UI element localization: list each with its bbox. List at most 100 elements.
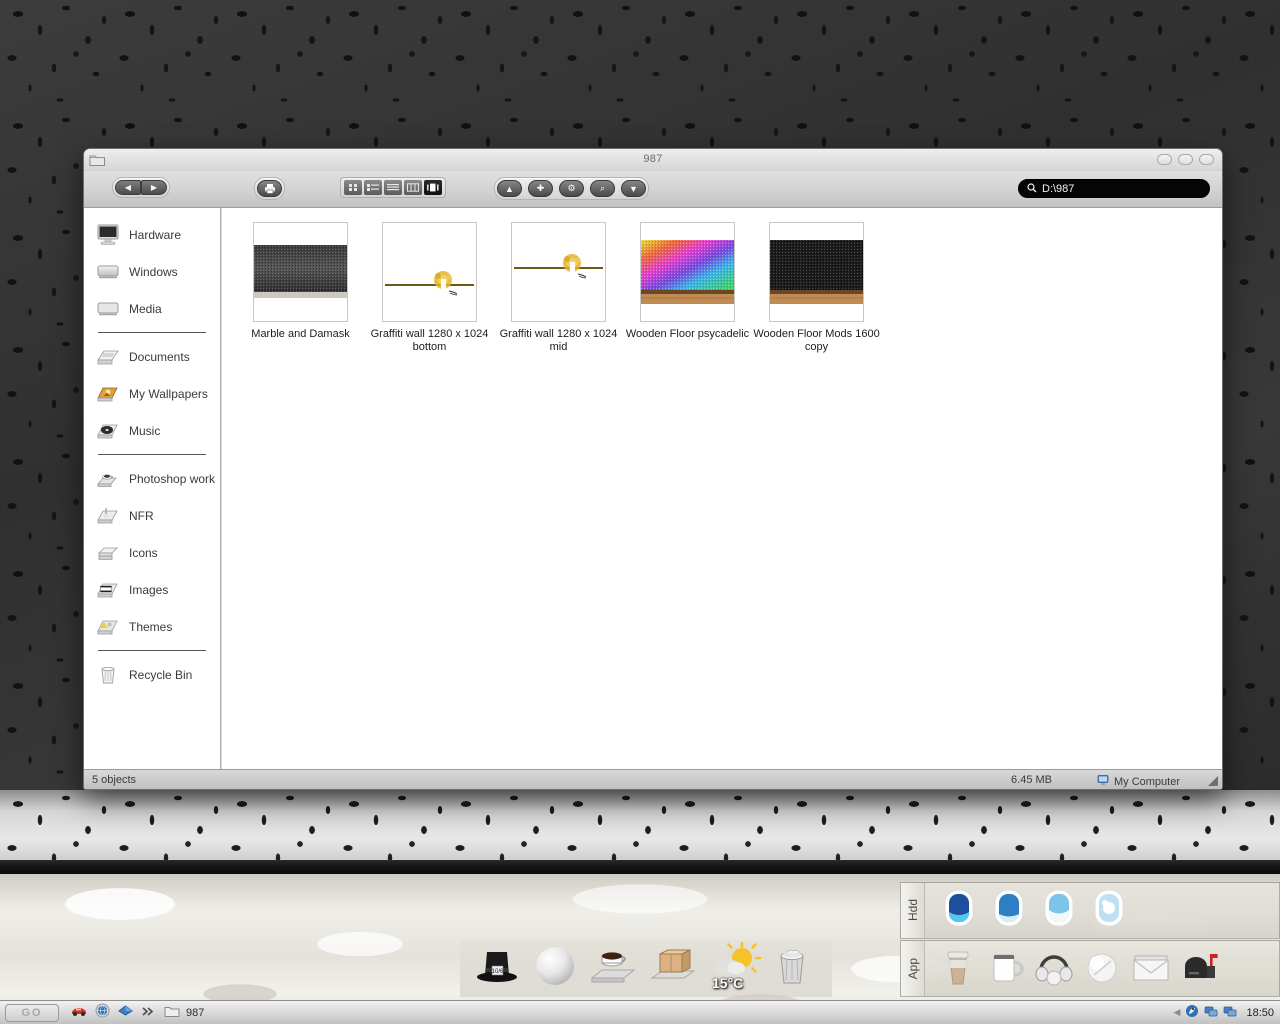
file-name-label: Marble and Damask bbox=[251, 328, 350, 340]
sidebar-item-icons[interactable]: Icons bbox=[84, 534, 220, 571]
sidebar-divider bbox=[98, 454, 206, 455]
resize-grip[interactable] bbox=[1208, 776, 1218, 786]
view-mode-list-view[interactable] bbox=[384, 180, 402, 195]
file-explorer-window[interactable]: 987 ◀ ▶ ▲ ✚ ⚙ ⌕ ▼ D:\987 Hardware Window… bbox=[83, 148, 1223, 790]
sidebar-item-my-wallpapers[interactable]: My Wallpapers bbox=[84, 375, 220, 412]
headphones-app-icon[interactable] bbox=[1033, 944, 1075, 993]
file-name-label: Graffiti wall 1280 x 1024 bottom bbox=[370, 328, 489, 353]
top-hat-icon[interactable]: 10/6 bbox=[474, 942, 524, 993]
box-icon[interactable] bbox=[646, 942, 700, 993]
mug-app-icon[interactable] bbox=[985, 944, 1027, 993]
mail-bird-icon[interactable] bbox=[1185, 1004, 1199, 1021]
sidebar-item-label: Recycle Bin bbox=[129, 667, 193, 682]
sidebar-item-documents[interactable]: Documents bbox=[84, 338, 220, 375]
file-item[interactable]: Graffiti wall 1280 x 1024 mid bbox=[494, 222, 623, 354]
back-button[interactable]: ◀ bbox=[115, 180, 141, 195]
file-item[interactable]: Wooden Floor psycadelic bbox=[623, 222, 752, 354]
system-tray[interactable]: ◀ 18:50 bbox=[1174, 1004, 1274, 1021]
taskbar-task-label: 987 bbox=[186, 1006, 205, 1019]
taskbar-task-987[interactable]: 987 bbox=[164, 1005, 204, 1021]
forward-button[interactable]: ▶ bbox=[141, 180, 167, 195]
search-icon bbox=[1027, 180, 1037, 198]
sidebar-item-images[interactable]: Images bbox=[84, 571, 220, 608]
mailbox-icon[interactable] bbox=[1179, 944, 1223, 993]
window-controls[interactable] bbox=[1157, 154, 1214, 165]
sphere-icon[interactable] bbox=[530, 942, 580, 993]
coffee-cup-app-icon[interactable] bbox=[937, 944, 979, 993]
file-list-area[interactable]: Marble and Damask Graffiti wall 1280 x 1… bbox=[221, 208, 1222, 769]
view-mode-icon-view[interactable] bbox=[344, 180, 362, 195]
toolbar-buttons-group[interactable]: ▲ ✚ ⚙ ⌕ ▼ bbox=[494, 177, 649, 200]
window-titlebar[interactable]: 987 bbox=[84, 149, 1222, 171]
chevron-double-right-icon[interactable] bbox=[141, 1004, 154, 1022]
add-button[interactable]: ✚ bbox=[528, 180, 553, 197]
search-button[interactable]: ⌕ bbox=[590, 180, 615, 197]
maximize-button[interactable] bbox=[1178, 154, 1193, 165]
sidebar-item-hardware[interactable]: Hardware bbox=[84, 216, 220, 253]
address-search-input[interactable]: D:\987 bbox=[1018, 179, 1210, 198]
sidebar[interactable]: Hardware Windows Media Documents My Wall… bbox=[84, 208, 221, 769]
drive-porthole-4[interactable] bbox=[1087, 886, 1131, 935]
sidebar-item-recycle-bin[interactable]: Recycle Bin bbox=[84, 656, 220, 693]
weather-widget[interactable]: 15°C bbox=[706, 940, 762, 993]
trash-can-icon[interactable] bbox=[768, 942, 818, 993]
file-name-label: Wooden Floor Mods 1600 copy bbox=[753, 328, 880, 353]
dock-center[interactable]: 10/6 15°C bbox=[460, 940, 832, 997]
browser-globe-icon[interactable] bbox=[95, 1003, 110, 1023]
graffiti-bottom-thumb bbox=[383, 240, 476, 304]
file-item[interactable]: Marble and Damask bbox=[236, 222, 365, 354]
file-item[interactable]: Wooden Floor Mods 1600 copy bbox=[752, 222, 881, 354]
nav-buttons-group[interactable]: ◀ ▶ bbox=[112, 177, 170, 198]
dock-app-items bbox=[925, 944, 1223, 993]
sidebar-item-label: Icons bbox=[129, 545, 158, 560]
desktop[interactable]: 987 ◀ ▶ ▲ ✚ ⚙ ⌕ ▼ D:\987 Hardware Window… bbox=[0, 0, 1280, 1024]
espresso-icon[interactable] bbox=[586, 942, 640, 993]
drive-porthole-1[interactable] bbox=[937, 886, 981, 935]
sidebar-item-photoshop-work[interactable]: Photoshop work bbox=[84, 460, 220, 497]
minimize-button[interactable] bbox=[1157, 154, 1172, 165]
up-button[interactable]: ▲ bbox=[497, 180, 522, 197]
view-mode-coverflow-view[interactable] bbox=[424, 180, 442, 195]
action-button-group[interactable] bbox=[254, 177, 285, 200]
view-mode-list-icon-view[interactable] bbox=[364, 180, 382, 195]
settings-button[interactable]: ⚙ bbox=[559, 180, 584, 197]
drive-porthole-3[interactable] bbox=[1037, 886, 1081, 935]
start-button[interactable]: GO bbox=[5, 1003, 59, 1022]
sidebar-item-media[interactable]: Media bbox=[84, 290, 220, 327]
view-mode-group[interactable] bbox=[340, 177, 446, 198]
object-count-label: 5 objects bbox=[92, 774, 137, 786]
computer-icon bbox=[1097, 774, 1109, 789]
tray-expand-icon[interactable]: ◀ bbox=[1174, 1007, 1181, 1018]
ball-app-icon[interactable] bbox=[1081, 944, 1123, 993]
more-button[interactable]: ▼ bbox=[621, 180, 646, 197]
thumbnail-frame bbox=[640, 222, 735, 322]
network-icon-2[interactable] bbox=[1223, 1005, 1237, 1021]
drive-porthole-2[interactable] bbox=[987, 886, 1031, 935]
window-toolbar[interactable]: ◀ ▶ ▲ ✚ ⚙ ⌕ ▼ D:\987 bbox=[84, 171, 1222, 208]
printer-icon[interactable] bbox=[257, 180, 282, 197]
dock-hdd[interactable]: Hdd bbox=[900, 882, 1280, 939]
sidebar-item-themes[interactable]: Themes bbox=[84, 608, 220, 645]
close-button[interactable] bbox=[1199, 154, 1214, 165]
svg-text:10/6: 10/6 bbox=[492, 969, 504, 975]
mail-stack-icon[interactable] bbox=[1129, 944, 1173, 993]
car-icon[interactable] bbox=[71, 1003, 87, 1022]
dock-app[interactable]: App bbox=[900, 940, 1280, 997]
network-icon-1[interactable] bbox=[1204, 1005, 1218, 1021]
clock-label[interactable]: 18:50 bbox=[1246, 1007, 1274, 1019]
view-mode-column-view[interactable] bbox=[404, 180, 422, 195]
weather-temperature-label: 15°C bbox=[712, 975, 744, 991]
dock-hdd-tab[interactable]: Hdd bbox=[901, 883, 925, 938]
wooden-floor-mods-thumb bbox=[770, 240, 863, 304]
documents-folder-icon bbox=[96, 346, 120, 368]
diamond-icon[interactable] bbox=[118, 1004, 133, 1022]
sidebar-item-music[interactable]: Music bbox=[84, 412, 220, 449]
plus-icon: ✚ bbox=[536, 183, 545, 193]
dock-app-tab[interactable]: App bbox=[901, 941, 925, 996]
sidebar-item-windows[interactable]: Windows bbox=[84, 253, 220, 290]
wallpaper-baseboard bbox=[0, 860, 1280, 874]
taskbar[interactable]: GO 987 ◀ 18:50 bbox=[0, 1000, 1280, 1024]
wooden-floor-psycadelic-thumb bbox=[641, 240, 734, 304]
sidebar-item-nfr[interactable]: NFR bbox=[84, 497, 220, 534]
file-item[interactable]: Graffiti wall 1280 x 1024 bottom bbox=[365, 222, 494, 354]
